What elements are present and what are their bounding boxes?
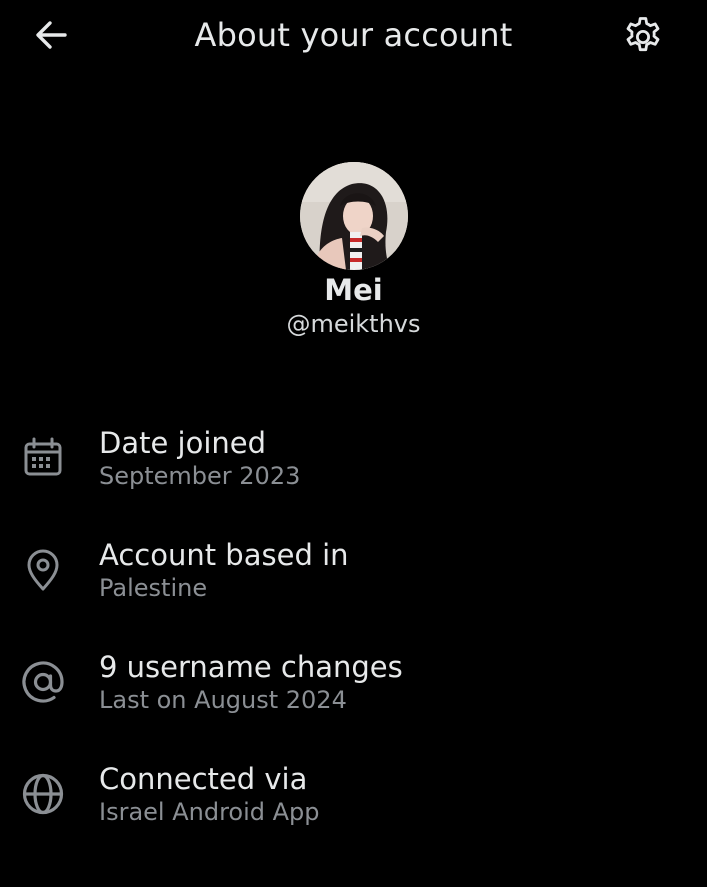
gear-icon — [626, 17, 660, 52]
account-based-in-row: Account based in Palestine — [0, 532, 707, 632]
username-changes-value: Last on August 2024 — [99, 686, 347, 714]
display-name: Mei — [324, 273, 383, 307]
date-joined-title: Date joined — [99, 426, 267, 460]
username-changes-row: 9 username changes Last on August 2024 — [0, 644, 707, 744]
connected-via-title: Connected via — [99, 762, 308, 796]
username-handle: @meikthvs — [286, 310, 421, 338]
date-joined-value: September 2023 — [99, 462, 301, 490]
avatar[interactable] — [299, 162, 408, 270]
connected-via-row: Connected via Israel Android App — [0, 756, 707, 856]
profile-photo — [299, 162, 408, 270]
connected-via-value: Israel Android App — [99, 798, 320, 826]
account-based-in-title: Account based in — [99, 538, 349, 572]
page-title: About your account — [194, 16, 513, 54]
settings-button[interactable] — [614, 8, 672, 62]
username-changes-title: 9 username changes — [99, 650, 403, 684]
profile-summary: Mei @meikthvs — [0, 162, 707, 340]
account-based-in-value: Palestine — [99, 574, 208, 602]
calendar-icon — [18, 433, 68, 483]
globe-icon — [18, 769, 68, 819]
location-pin-icon — [18, 545, 68, 595]
top-app-bar: About your account — [0, 0, 707, 72]
date-joined-row: Date joined September 2023 — [0, 420, 707, 520]
at-sign-icon — [18, 657, 68, 707]
